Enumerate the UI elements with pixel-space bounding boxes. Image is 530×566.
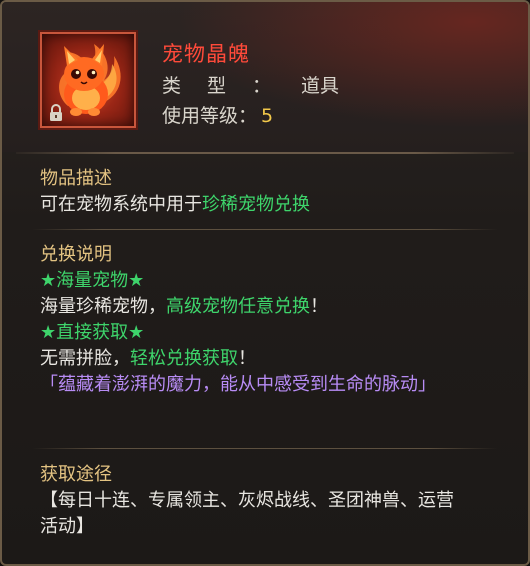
exchange-line-1-highlight: 高级宠物任意兑换 <box>166 296 310 317</box>
item-header: 宠物晶魄 类型： 道具 使用等级： 5 <box>2 2 528 152</box>
source-text: 【每日十连、专属领主、灰烬战线、圣团神兽、运营活动】 <box>40 490 454 537</box>
header-divider <box>16 152 514 154</box>
item-type-value: 道具 <box>301 75 340 97</box>
exchange-line-2-highlight: 轻松兑换获取 <box>130 348 238 369</box>
source-title: 获取途径 <box>40 464 112 485</box>
item-level-label: 使用等级： <box>162 105 258 127</box>
section-divider <box>32 448 498 449</box>
item-level-value: 5 <box>261 105 274 127</box>
exchange-line-2: 无需拼脸，轻松兑换获取！ <box>40 346 508 372</box>
item-type-row: 类型： 道具 <box>162 71 339 98</box>
exchange-section: 兑换说明 ★海量宠物★ 海量珍稀宠物，高级宠物任意兑换！ ★直接获取★ 无需拼脸… <box>40 242 508 398</box>
source-section: 获取途径 【每日十连、专属领主、灰烬战线、圣团神兽、运营活动】 <box>40 462 508 540</box>
section-divider <box>32 229 498 230</box>
item-type-label: 类型： <box>162 75 298 97</box>
exchange-star-heading-1: ★海量宠物★ <box>40 270 145 291</box>
exchange-title: 兑换说明 <box>40 244 112 265</box>
item-name: 宠物晶魄 <box>162 42 250 66</box>
description-title: 物品描述 <box>40 168 112 189</box>
item-level-row: 使用等级： 5 <box>162 101 273 128</box>
exchange-line-1-prefix: 海量珍稀宠物， <box>40 296 166 317</box>
item-tooltip: 宠物晶魄 类型： 道具 使用等级： 5 物品描述 可在宠物系统中用于珍稀宠物兑换 兑… <box>0 0 530 566</box>
flavor-text: 「蕴藏着澎湃的魔力，能从中感受到生命的脉动」 <box>40 374 436 395</box>
exchange-line-2-suffix: ！ <box>238 348 256 369</box>
exchange-line-1-suffix: ！ <box>310 296 328 317</box>
exchange-line-2-prefix: 无需拼脸， <box>40 348 130 369</box>
description-prefix: 可在宠物系统中用于 <box>40 194 202 215</box>
exchange-line-1: 海量珍稀宠物，高级宠物任意兑换！ <box>40 294 508 320</box>
item-icon-frame[interactable] <box>40 32 136 128</box>
exchange-star-heading-2: ★直接获取★ <box>40 322 145 343</box>
description-text: 可在宠物系统中用于珍稀宠物兑换 <box>40 192 508 218</box>
description-highlight: 珍稀宠物兑换 <box>202 194 310 215</box>
lock-icon <box>50 104 62 121</box>
description-section: 物品描述 可在宠物系统中用于珍稀宠物兑换 <box>40 166 508 218</box>
